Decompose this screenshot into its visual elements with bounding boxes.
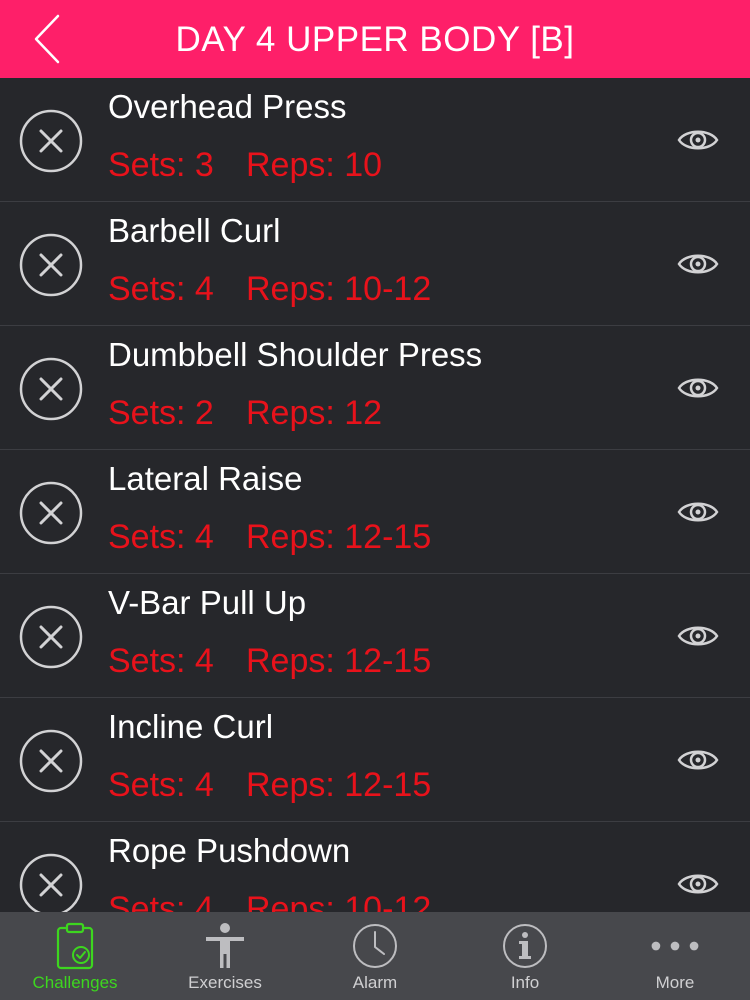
exercise-row[interactable]: Incline Curl Sets: 4 Reps: 12-15 — [0, 698, 750, 822]
info-icon — [499, 920, 551, 972]
exercise-sets: Sets: 2 — [108, 394, 214, 432]
view-exercise-button[interactable] — [676, 368, 720, 408]
chevron-left-icon — [34, 14, 60, 64]
exercise-reps: Reps: 12-15 — [246, 766, 432, 804]
eye-icon — [677, 378, 719, 398]
exercise-name: Dumbbell Shoulder Press — [108, 336, 483, 373]
view-exercise-button[interactable] — [676, 244, 720, 284]
exercise-sets: Sets: 4 — [108, 890, 214, 912]
exercise-row[interactable]: V-Bar Pull Up Sets: 4 Reps: 12-15 — [0, 574, 750, 698]
remove-exercise-button[interactable] — [19, 233, 83, 297]
tab-info[interactable]: Info — [450, 912, 600, 1000]
page-title: DAY 4 UPPER BODY [B] — [175, 20, 575, 59]
back-button[interactable] — [22, 12, 72, 66]
eye-icon — [677, 874, 719, 894]
workout-screen: DAY 4 UPPER BODY [B] Overhead Press Sets… — [0, 0, 750, 1000]
tab-bar: Challenges Exercises Alarm Info More — [0, 912, 750, 1000]
tab-label: Info — [510, 973, 540, 992]
exercise-reps: Reps: 10-12 — [246, 270, 432, 308]
remove-exercise-button[interactable] — [19, 109, 83, 173]
exercise-sets: Sets: 3 — [108, 146, 214, 184]
close-circle-icon — [19, 605, 83, 669]
exercise-row[interactable]: Lateral Raise Sets: 4 Reps: 12-15 — [0, 450, 750, 574]
exercise-sets: Sets: 4 — [108, 518, 214, 556]
eye-icon — [677, 254, 719, 274]
eye-icon — [677, 130, 719, 150]
remove-exercise-button[interactable] — [19, 357, 83, 421]
exercise-reps: Reps: 10 — [246, 146, 383, 184]
tab-label: More — [655, 973, 695, 992]
exercise-list[interactable]: Overhead Press Sets: 3 Reps: 10 Barbell … — [0, 78, 750, 912]
exercise-reps: Reps: 12 — [246, 394, 383, 432]
exercise-sets: Sets: 4 — [108, 766, 214, 804]
header-bar: DAY 4 UPPER BODY [B] — [0, 0, 750, 78]
clipboard-check-icon — [49, 920, 101, 972]
tab-label: Exercises — [188, 973, 262, 992]
close-circle-icon — [19, 357, 83, 421]
view-exercise-button[interactable] — [676, 120, 720, 160]
exercise-name: Incline Curl — [108, 708, 274, 745]
exercise-name: Rope Pushdown — [108, 832, 351, 869]
exercise-sets: Sets: 4 — [108, 642, 214, 680]
close-circle-icon — [19, 853, 83, 912]
exercise-row[interactable]: Dumbbell Shoulder Press Sets: 2 Reps: 12 — [0, 326, 750, 450]
eye-icon — [677, 502, 719, 522]
remove-exercise-button[interactable] — [19, 729, 83, 793]
tab-challenges[interactable]: Challenges — [0, 912, 150, 1000]
close-circle-icon — [19, 233, 83, 297]
view-exercise-button[interactable] — [676, 616, 720, 656]
remove-exercise-button[interactable] — [19, 481, 83, 545]
tab-exercises[interactable]: Exercises — [150, 912, 300, 1000]
exercise-reps: Reps: 12-15 — [246, 518, 432, 556]
view-exercise-button[interactable] — [676, 740, 720, 780]
clock-icon — [349, 920, 401, 972]
remove-exercise-button[interactable] — [19, 853, 83, 912]
exercise-name: Barbell Curl — [108, 212, 281, 249]
exercise-row[interactable]: Overhead Press Sets: 3 Reps: 10 — [0, 78, 750, 202]
exercise-row[interactable]: Rope Pushdown Sets: 4 Reps: 10-12 — [0, 822, 750, 912]
tab-label: Challenges — [32, 973, 118, 992]
tab-more[interactable]: More — [600, 912, 750, 1000]
close-circle-icon — [19, 109, 83, 173]
more-dots-icon — [649, 920, 701, 972]
exercise-row[interactable]: Barbell Curl Sets: 4 Reps: 10-12 — [0, 202, 750, 326]
view-exercise-button[interactable] — [676, 864, 720, 904]
close-circle-icon — [19, 481, 83, 545]
exercise-name: Overhead Press — [108, 88, 347, 125]
exercise-reps: Reps: 12-15 — [246, 642, 432, 680]
eye-icon — [677, 750, 719, 770]
eye-icon — [677, 626, 719, 646]
tab-label: Alarm — [352, 973, 398, 992]
exercise-sets: Sets: 4 — [108, 270, 214, 308]
exercise-name: V-Bar Pull Up — [108, 584, 307, 621]
person-icon — [199, 920, 251, 972]
close-circle-icon — [19, 729, 83, 793]
exercise-name: Lateral Raise — [108, 460, 303, 497]
view-exercise-button[interactable] — [676, 492, 720, 532]
tab-alarm[interactable]: Alarm — [300, 912, 450, 1000]
exercise-reps: Reps: 10-12 — [246, 890, 432, 912]
remove-exercise-button[interactable] — [19, 605, 83, 669]
